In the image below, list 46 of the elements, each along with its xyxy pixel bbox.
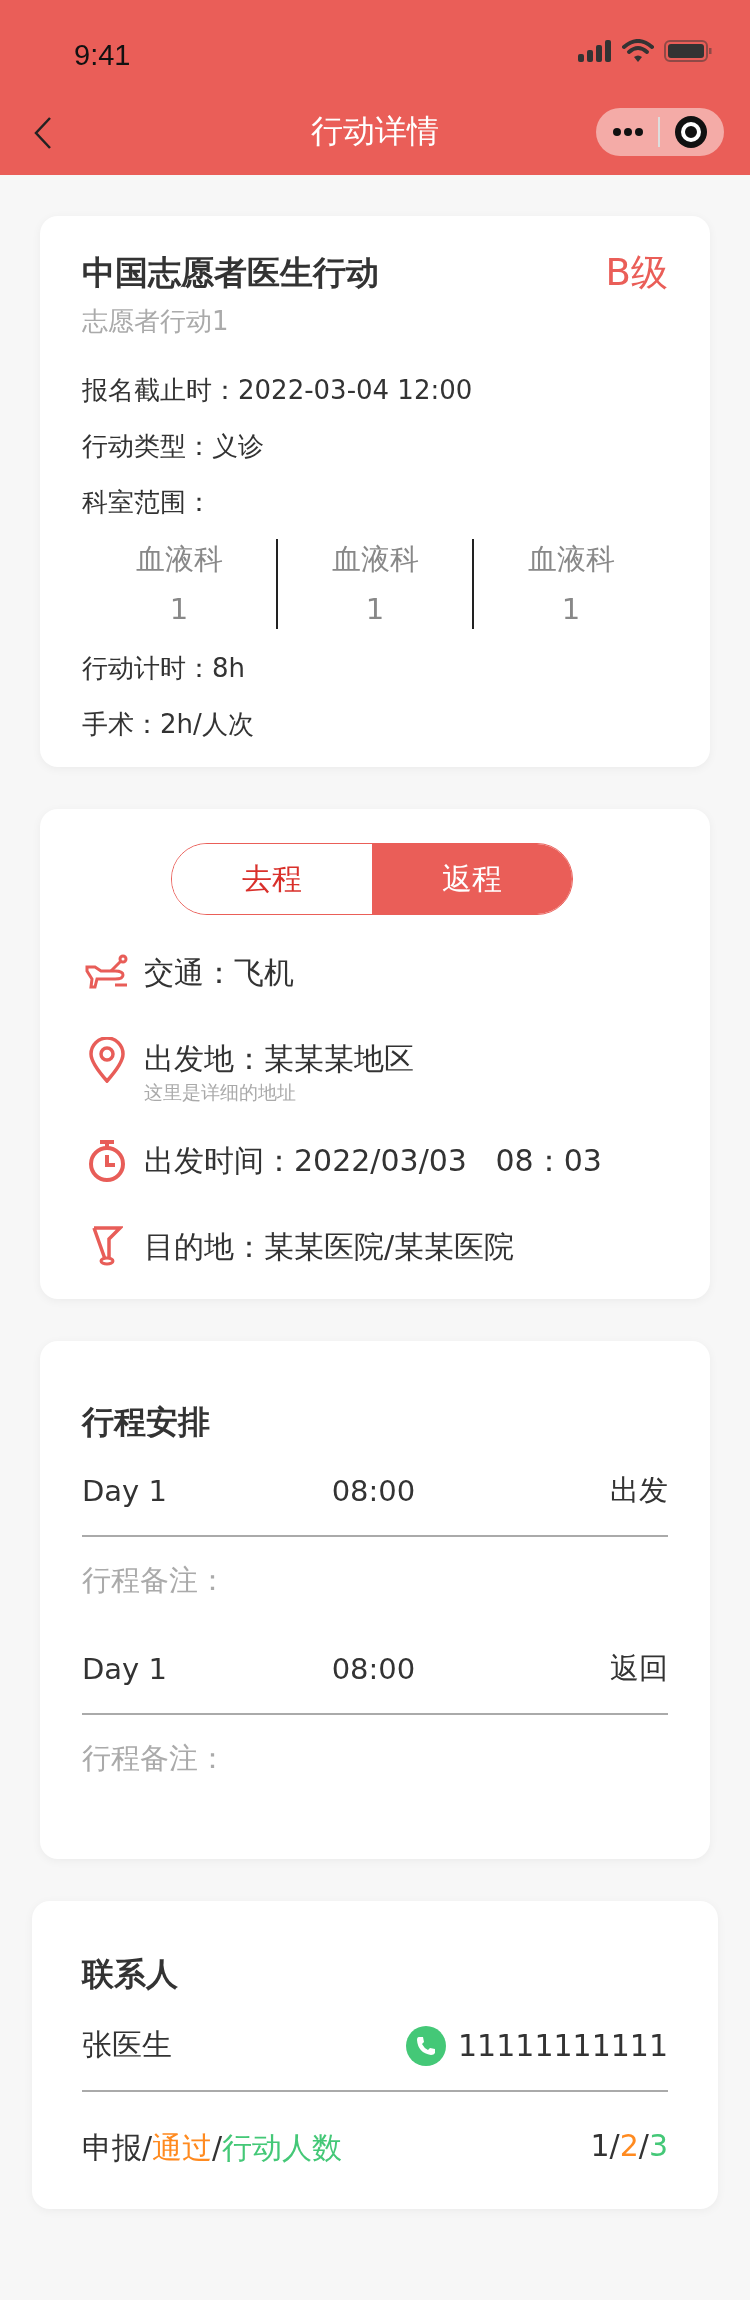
signal-icon <box>578 40 612 62</box>
info-text: 行动类型：义诊 <box>82 430 264 463</box>
action-title: 中国志愿者医生行动 <box>82 251 379 294</box>
contact-name: 张医生 <box>82 2026 172 2064</box>
level-label: B级 <box>605 250 668 296</box>
flag-pin-icon <box>91 1225 123 1267</box>
department-name: 血液科 <box>527 541 615 578</box>
note-label: 行程备注： <box>82 1740 227 1777</box>
department-label: 科室范围： <box>82 486 212 519</box>
trip-info-text: 目的地：某某医院/某某医院 <box>144 1228 515 1266</box>
section-title: 行程安排 <box>82 1402 210 1443</box>
trip-info-text: 交通：飞机 <box>144 954 294 992</box>
department-count: 1 <box>365 591 385 628</box>
time-label: 08:00 <box>331 1474 416 1508</box>
trip-info-text: 出发地：某某某地区 <box>144 1040 414 1078</box>
department-name: 血液科 <box>331 541 419 578</box>
back-icon[interactable] <box>34 115 52 150</box>
action-subtitle: 志愿者行动1 <box>82 305 229 338</box>
info-text: 行动计时：8h <box>82 652 246 685</box>
status-time: 9:41 <box>74 37 131 72</box>
trip-info-text: 出发时间：2022/03/03 08：03 <box>144 1142 602 1180</box>
trip-tab[interactable]: 返程 <box>372 844 572 914</box>
close-icon[interactable] <box>674 115 707 148</box>
capsule-menu[interactable] <box>596 107 724 156</box>
section-title: 联系人 <box>82 1954 178 1995</box>
day-label: Day 1 <box>82 1652 167 1686</box>
note-label: 行程备注： <box>82 1562 227 1599</box>
schedule-action: 出发 <box>610 1472 668 1509</box>
department-name: 血液科 <box>135 541 223 578</box>
department-count: 1 <box>561 591 581 628</box>
time-label: 08:00 <box>331 1652 416 1686</box>
location-pin-icon <box>89 1037 125 1083</box>
stats-value: 1/2/3 <box>590 2128 668 2165</box>
day-label: Day 1 <box>82 1474 167 1508</box>
phone-number[interactable]: 11111111111 <box>458 2028 668 2063</box>
department-count: 1 <box>169 591 189 628</box>
more-icon[interactable] <box>613 126 644 137</box>
info-text: 手术：2h/人次 <box>82 708 254 741</box>
stats-label: 申报/通过/行动人数 <box>82 2129 343 2167</box>
schedule-action: 返回 <box>610 1650 668 1687</box>
wifi-icon <box>622 39 654 63</box>
page-title: 行动详情 <box>311 110 439 152</box>
battery-icon <box>664 39 712 63</box>
info-text: 报名截止时：2022-03-04 12:00 <box>82 374 473 407</box>
stopwatch-icon <box>87 1139 127 1183</box>
address-detail: 这里是详细的地址 <box>144 1081 296 1103</box>
